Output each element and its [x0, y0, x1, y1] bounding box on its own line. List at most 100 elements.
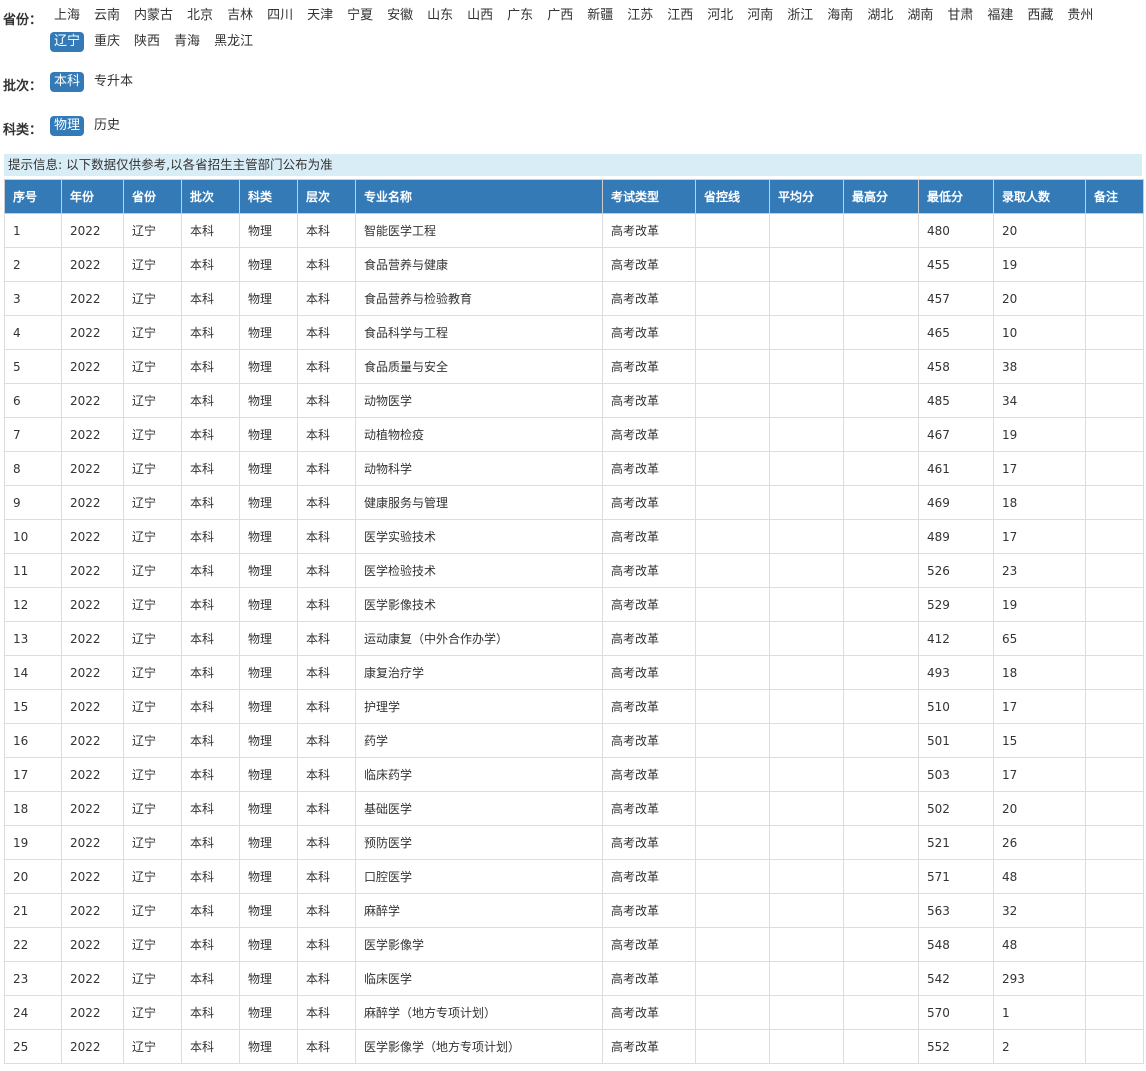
table-cell: 19: [993, 417, 1086, 452]
table-cell: [843, 689, 919, 724]
table-cell: [843, 553, 919, 588]
column-header: 科类: [239, 179, 298, 214]
table-cell: 动物科学: [355, 451, 603, 486]
province-option[interactable]: 新疆: [583, 6, 617, 26]
province-option[interactable]: 天津: [303, 6, 337, 26]
table-cell: [843, 451, 919, 486]
table-cell: 辽宁: [123, 247, 182, 282]
table-cell: [843, 315, 919, 350]
province-option[interactable]: 内蒙古: [130, 6, 177, 26]
table-cell: [1085, 825, 1144, 860]
province-option[interactable]: 上海: [50, 6, 84, 26]
table-cell: 6: [4, 383, 62, 418]
province-option[interactable]: 河南: [743, 6, 777, 26]
province-option[interactable]: 甘肃: [943, 6, 977, 26]
column-header: 序号: [4, 179, 62, 214]
table-cell: 预防医学: [355, 825, 603, 860]
province-option[interactable]: 河北: [703, 6, 737, 26]
table-cell: 高考改革: [602, 927, 696, 962]
province-option[interactable]: 江苏: [623, 6, 657, 26]
table-cell: 本科: [297, 723, 356, 758]
table-body: 1 2022 辽宁 本科 物理 本科 智能医学工程 高考改革 480 20 2 2022 辽宁 本科 物理本…: [4, 213, 1144, 1064]
column-header: 专业名称: [355, 179, 603, 214]
province-option[interactable]: 广东: [503, 6, 537, 26]
table-cell: 本科: [297, 485, 356, 520]
province-option[interactable]: 山西: [463, 6, 497, 26]
province-option[interactable]: 辽宁: [50, 32, 85, 52]
table-cell: 18: [4, 791, 62, 826]
province-option[interactable]: 吉林: [223, 6, 257, 26]
province-option[interactable]: 浙江: [783, 6, 817, 26]
province-option[interactable]: 安徽: [383, 6, 417, 26]
table-cell: 2022: [61, 315, 124, 350]
table-cell: [769, 655, 844, 690]
table-cell: 本科: [181, 893, 240, 928]
province-option[interactable]: 黑龙江: [210, 32, 257, 52]
table-cell: [695, 927, 770, 962]
table-cell: 食品营养与检验教育: [355, 281, 603, 316]
table-cell: 2022: [61, 383, 124, 418]
table-cell: 物理: [239, 859, 298, 894]
subject-filter: 科类： 物理 历史: [0, 113, 1146, 139]
table-row: 24 2022 辽宁 本科 物理 本科 麻醉学（地方专项计划） 高考改革 570 1: [4, 995, 1144, 1030]
table-cell: 503: [918, 757, 994, 792]
table-cell: 本科: [181, 451, 240, 486]
province-option[interactable]: 陕西: [130, 32, 164, 52]
table-cell: 2022: [61, 349, 124, 384]
table-cell: 物理: [239, 927, 298, 962]
table-cell: 物理: [239, 553, 298, 588]
table-cell: 2022: [61, 655, 124, 690]
table-cell: 辽宁: [123, 349, 182, 384]
province-option[interactable]: 西藏: [1023, 6, 1057, 26]
table-cell: 高考改革: [602, 757, 696, 792]
subject-option[interactable]: 历史: [90, 116, 124, 136]
table-cell: 高考改革: [602, 995, 696, 1030]
table-cell: [843, 995, 919, 1030]
table-row: 16 2022 辽宁 本科 物理 本科 药学 高考改革 501 15: [4, 723, 1144, 758]
province-option[interactable]: 云南: [90, 6, 124, 26]
province-option[interactable]: 宁夏: [343, 6, 377, 26]
table-cell: [843, 927, 919, 962]
table-cell: 38: [993, 349, 1086, 384]
province-option[interactable]: 北京: [183, 6, 217, 26]
table-cell: 293: [993, 961, 1086, 996]
province-option[interactable]: 四川: [263, 6, 297, 26]
province-option[interactable]: 福建: [983, 6, 1017, 26]
table-cell: [1085, 213, 1144, 248]
province-option[interactable]: 山东: [423, 6, 457, 26]
table-cell: 17: [993, 689, 1086, 724]
province-option[interactable]: 湖北: [863, 6, 897, 26]
table-cell: 34: [993, 383, 1086, 418]
table-cell: [1085, 621, 1144, 656]
table-cell: 本科: [297, 825, 356, 860]
province-option[interactable]: 青海: [170, 32, 204, 52]
batch-option[interactable]: 本科: [50, 72, 85, 92]
table-cell: [1085, 757, 1144, 792]
table-cell: 物理: [239, 485, 298, 520]
table-cell: [695, 281, 770, 316]
province-option[interactable]: 江西: [663, 6, 697, 26]
province-option[interactable]: 湖南: [903, 6, 937, 26]
table-cell: [695, 519, 770, 554]
table-cell: 本科: [181, 587, 240, 622]
table-cell: 17: [993, 451, 1086, 486]
batch-option[interactable]: 专升本: [90, 72, 137, 92]
table-cell: [695, 315, 770, 350]
table-cell: 高考改革: [602, 655, 696, 690]
table-cell: 12: [4, 587, 62, 622]
table-cell: [843, 349, 919, 384]
table-cell: 1: [993, 995, 1086, 1030]
table-cell: 458: [918, 349, 994, 384]
table-cell: [695, 383, 770, 418]
column-header: 最高分: [843, 179, 919, 214]
province-option[interactable]: 广西: [543, 6, 577, 26]
table-cell: 2: [4, 247, 62, 282]
table-cell: 物理: [239, 1029, 298, 1064]
table-cell: 20: [993, 213, 1086, 248]
province-option[interactable]: 海南: [823, 6, 857, 26]
table-cell: 542: [918, 961, 994, 996]
table-cell: [1085, 859, 1144, 894]
province-option[interactable]: 贵州: [1063, 6, 1097, 26]
subject-option[interactable]: 物理: [50, 116, 85, 136]
province-option[interactable]: 重庆: [90, 32, 124, 52]
